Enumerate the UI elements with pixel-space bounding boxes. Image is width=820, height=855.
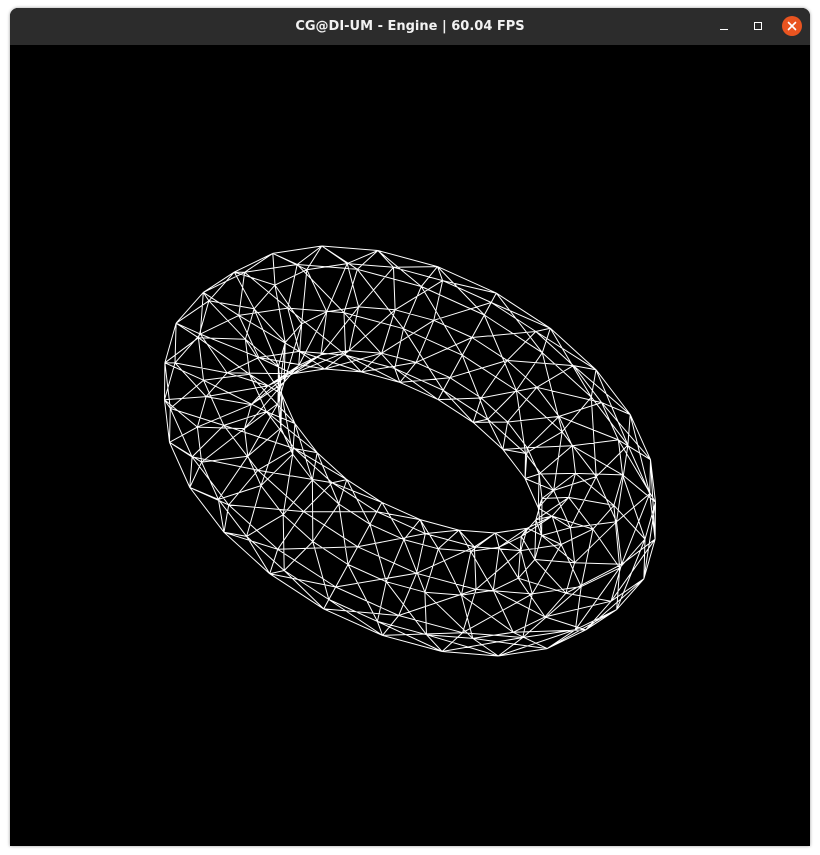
torus-mesh-lines <box>164 245 656 657</box>
minimize-icon <box>720 29 728 30</box>
torus-wireframe <box>164 245 656 657</box>
close-icon <box>787 21 797 31</box>
render-viewport[interactable] <box>10 45 810 846</box>
app-window: CG@DI-UM - Engine | 60.04 FPS <box>10 8 810 846</box>
maximize-icon <box>754 22 762 30</box>
close-button[interactable] <box>782 16 802 36</box>
window-title: CG@DI-UM - Engine | 60.04 FPS <box>295 19 525 34</box>
title-bar[interactable]: CG@DI-UM - Engine | 60.04 FPS <box>10 8 810 46</box>
minimize-button[interactable] <box>714 16 734 36</box>
maximize-button[interactable] <box>748 16 768 36</box>
